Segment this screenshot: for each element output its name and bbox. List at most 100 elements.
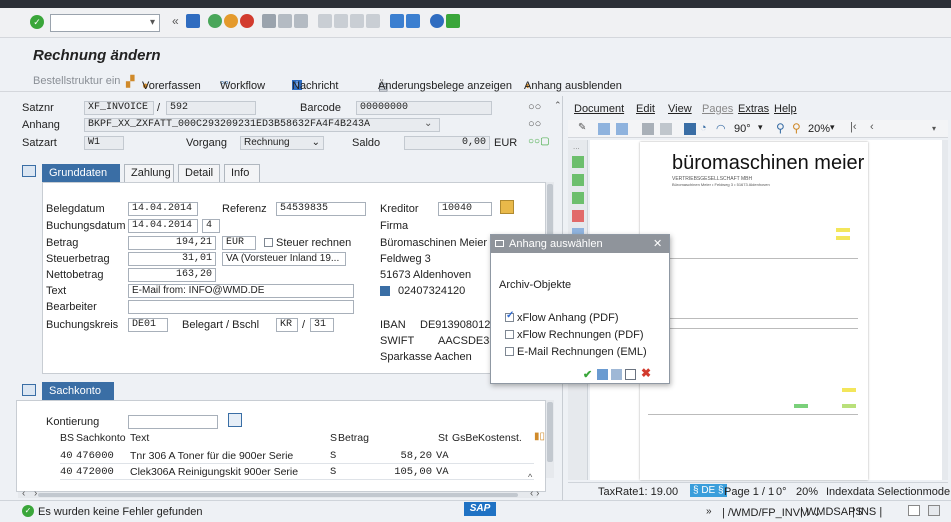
tab-info[interactable]: Info xyxy=(224,164,260,182)
pages-icon[interactable] xyxy=(660,123,672,135)
option-xflow-anhang-checkbox[interactable] xyxy=(505,310,514,322)
col-betrag[interactable]: Betrag xyxy=(338,432,369,444)
stamp-icon[interactable] xyxy=(572,192,584,204)
back-nav-icon[interactable] xyxy=(208,14,222,28)
bschl-field[interactable]: 31 xyxy=(310,318,334,332)
bookmark-icon[interactable] xyxy=(572,156,584,168)
glasses-icon[interactable]: ○○ xyxy=(528,101,541,113)
select-icon[interactable] xyxy=(684,123,696,135)
next-page-icon[interactable] xyxy=(350,14,364,28)
rotation-value[interactable]: 90° xyxy=(734,123,751,135)
h-scroll-thumb[interactable] xyxy=(38,493,518,497)
glasses-icon-2[interactable]: ○○ xyxy=(528,118,541,130)
col-gsbe[interactable]: GsBe xyxy=(452,432,478,444)
status-message[interactable]: Es wurden keine Fehler gefunden xyxy=(38,506,203,518)
menu-edit[interactable]: Edit xyxy=(636,103,655,115)
scroll-right-icon[interactable]: › xyxy=(34,488,37,499)
menu-extras[interactable]: Extras xyxy=(738,103,769,115)
expand-status-icon[interactable]: » xyxy=(706,506,712,517)
tab-zahlung[interactable]: Zahlung xyxy=(124,164,174,182)
betrag-field[interactable]: 194,21 xyxy=(128,236,216,250)
layout-icon[interactable] xyxy=(446,14,460,28)
save-icon[interactable] xyxy=(186,14,200,28)
find-next-icon[interactable] xyxy=(294,14,308,28)
col-bs[interactable]: BS xyxy=(60,432,74,444)
buchungskreis-field[interactable]: DE01 xyxy=(128,318,168,332)
table-row[interactable]: 40 476000 Tnr 306 A Toner für die 900er … xyxy=(60,448,534,464)
find-icon[interactable] xyxy=(278,14,292,28)
cancel-icon[interactable] xyxy=(240,14,254,28)
scroll-left-icon[interactable]: ‹ xyxy=(22,488,25,499)
fit-width-icon[interactable] xyxy=(616,123,628,135)
belegart-field[interactable]: KR xyxy=(276,318,298,332)
scroll-up-icon[interactable]: ^ xyxy=(528,472,532,482)
annotation-icon[interactable] xyxy=(572,174,584,186)
col-st[interactable]: St xyxy=(438,432,448,444)
back-icon[interactable]: « xyxy=(172,14,179,28)
kreditor-field[interactable]: 10040 xyxy=(438,202,492,216)
prev-page-nav-icon[interactable]: ‹ xyxy=(870,121,874,133)
first-page-icon[interactable] xyxy=(318,14,332,28)
col-kostenst[interactable]: Kostenst. xyxy=(478,432,522,444)
confirm-icon[interactable]: ✔ xyxy=(583,368,592,381)
input-mode[interactable]: | INS | xyxy=(852,506,882,518)
expand-icon[interactable] xyxy=(22,165,36,177)
scroll-left-icon-2[interactable]: ‹ › xyxy=(530,488,539,499)
table-row[interactable]: 40 472000 Clek306A Reinigungskit 900er S… xyxy=(60,464,534,480)
tab-grunddaten[interactable]: Grunddaten xyxy=(42,164,120,182)
zoom-out-icon[interactable]: ⚲ xyxy=(792,121,801,135)
command-field[interactable] xyxy=(50,14,160,32)
kontierung-icon[interactable] xyxy=(228,413,242,427)
enter-icon[interactable]: ✓ xyxy=(30,15,44,29)
rotation-dropdown-icon[interactable]: ▾ xyxy=(758,122,763,133)
option-xflow-rechnungen-checkbox[interactable] xyxy=(505,330,514,339)
exit-icon[interactable] xyxy=(224,14,238,28)
pen-icon[interactable]: ✎ xyxy=(578,122,586,133)
tab-sachkonto[interactable]: Sachkonto xyxy=(42,382,114,400)
zoom-in-icon[interactable]: ⚲ xyxy=(776,121,785,135)
menu-help[interactable]: Help xyxy=(774,103,797,115)
print-icon[interactable] xyxy=(262,14,276,28)
belegdatum-field[interactable]: 14.04.2014 xyxy=(128,202,198,216)
search-icon[interactable] xyxy=(597,369,608,380)
tab-detail[interactable]: Detail xyxy=(178,164,220,182)
shortcut-icon[interactable] xyxy=(406,14,420,28)
anhang-field[interactable]: BKPF_XX_ZXFATT_000C293209231ED3B58632FA4… xyxy=(84,118,440,132)
language-tag[interactable]: § DE § xyxy=(690,484,727,497)
steuerbetrag-field[interactable]: 31,01 xyxy=(128,252,216,266)
vorgang-field[interactable]: Rechnung ⌄ xyxy=(240,136,324,150)
delete-page-icon[interactable] xyxy=(572,210,584,222)
option-email-rechnungen-checkbox[interactable] xyxy=(505,347,514,356)
table-scroll-thumb[interactable] xyxy=(547,402,553,462)
referenz-field[interactable]: 54539835 xyxy=(276,202,366,216)
fit-page-icon[interactable] xyxy=(598,123,610,135)
first-page-nav-icon[interactable]: |‹ xyxy=(850,121,857,133)
cancel-dialog-icon[interactable]: ✖ xyxy=(641,366,651,380)
table-vertical-scrollbar[interactable] xyxy=(546,400,554,478)
waehrung-field[interactable]: EUR xyxy=(222,236,256,250)
details-icon[interactable] xyxy=(611,369,622,380)
new-session-icon[interactable] xyxy=(390,14,404,28)
kontierung-field[interactable] xyxy=(128,415,218,429)
layout-toggle-icon[interactable] xyxy=(908,505,920,516)
horizontal-scrollbar[interactable] xyxy=(18,492,538,498)
kreditor-detail-icon[interactable] xyxy=(500,200,514,214)
popout-icon[interactable] xyxy=(928,505,940,516)
sachkonto-expand-icon[interactable] xyxy=(22,384,36,396)
collapse-header-icon[interactable]: ⌃ xyxy=(554,100,562,111)
buchungsdatum-field[interactable]: 14.04.2014 xyxy=(128,219,198,233)
bearbeiter-field[interactable] xyxy=(128,300,354,314)
more-icon[interactable]: ▾ xyxy=(932,124,936,133)
col-text[interactable]: Text xyxy=(130,432,149,444)
column-settings-icon[interactable]: ▮▯ xyxy=(534,431,545,442)
menu-pages[interactable]: Pages xyxy=(702,103,733,115)
thumbnails-icon[interactable] xyxy=(642,123,654,135)
viewer-vscrollbar[interactable] xyxy=(942,140,948,480)
steuer-rechnen-checkbox[interactable] xyxy=(264,238,273,247)
close-icon[interactable]: ✕ xyxy=(653,237,662,250)
steuerkennz-field[interactable]: VA (Vorsteuer Inland 19... xyxy=(222,252,346,266)
menu-view[interactable]: View xyxy=(668,103,692,115)
command-dropdown-icon[interactable]: ▾ xyxy=(150,14,164,32)
help-icon[interactable] xyxy=(430,14,444,28)
export-icon[interactable] xyxy=(625,369,636,380)
